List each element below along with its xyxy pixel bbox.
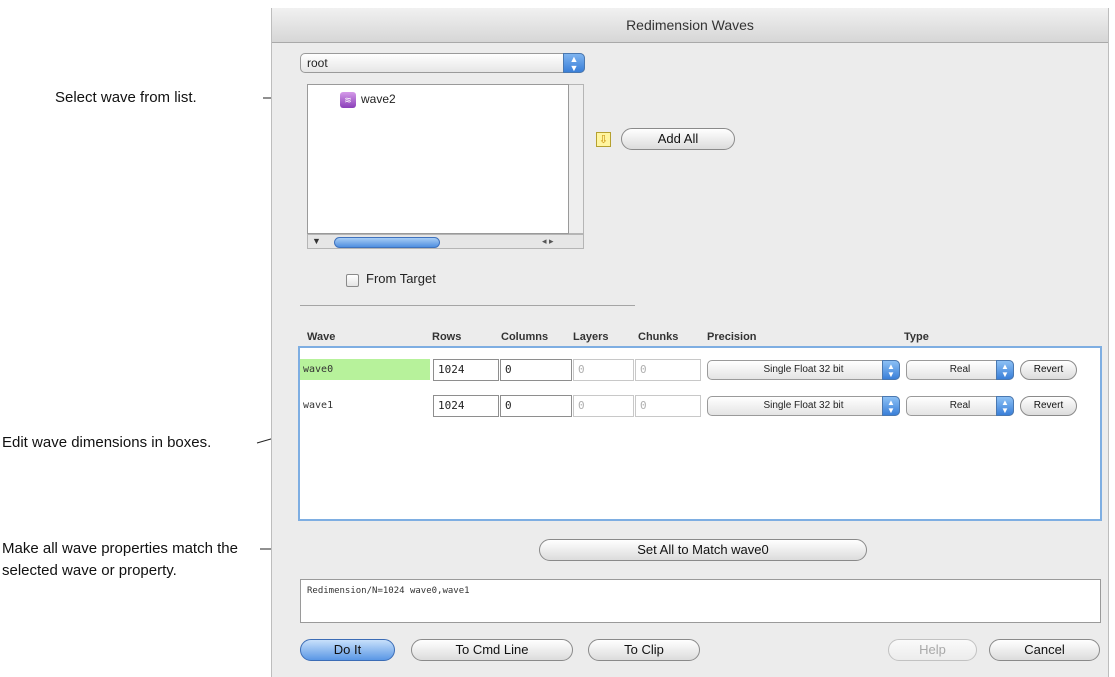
type-value: Real — [949, 400, 971, 411]
column-header-wave: Wave — [307, 331, 336, 343]
revert-button[interactable]: Revert — [1020, 396, 1077, 416]
precision-popup[interactable]: Single Float 32 bit ▲ ▼ — [707, 360, 900, 380]
rows-field[interactable]: 1024 — [433, 395, 499, 417]
precision-value: Single Float 32 bit — [763, 400, 844, 411]
type-value: Real — [949, 364, 971, 375]
set-all-to-match-button[interactable]: Set All to Match wave0 — [539, 539, 867, 561]
columns-field[interactable]: 0 — [500, 395, 572, 417]
columns-field[interactable]: 0 — [500, 359, 572, 381]
annotation-edit-dimensions: Edit wave dimensions in boxes. — [2, 434, 212, 451]
wave-icon: ≋ — [340, 92, 356, 108]
chunks-field[interactable]: 0 — [635, 395, 701, 417]
column-header-precision: Precision — [707, 331, 757, 343]
popup-arrows-icon: ▲ ▼ — [882, 396, 900, 416]
command-preview: Redimension/N=1024 wave0,wave1 — [300, 579, 1101, 623]
rows-field[interactable]: 1024 — [433, 359, 499, 381]
layers-field[interactable]: 0 — [573, 359, 634, 381]
down-arrow-icon[interactable]: ⇩ — [596, 132, 611, 147]
chunks-field[interactable]: 0 — [635, 359, 701, 381]
revert-button[interactable]: Revert — [1020, 360, 1077, 380]
annotation-match-properties: Make all wave properties match the selec… — [2, 540, 238, 579]
wave-list-item[interactable]: ≋ wave2 — [340, 92, 396, 108]
dialog-title: Redimension Waves — [272, 8, 1108, 43]
scrollbar-thumb[interactable] — [334, 237, 440, 248]
scroll-arrows-icon[interactable]: ◂ ▸ — [542, 235, 554, 248]
add-all-button[interactable]: Add All — [621, 128, 735, 150]
type-popup[interactable]: Real ▲ ▼ — [906, 360, 1014, 380]
column-header-columns: Columns — [501, 331, 549, 343]
column-header-chunks: Chunks — [638, 331, 679, 343]
wave-list-vertical-scrollbar[interactable] — [569, 84, 584, 234]
type-popup[interactable]: Real ▲ ▼ — [906, 396, 1014, 416]
divider — [300, 305, 635, 306]
precision-value: Single Float 32 bit — [763, 364, 844, 375]
scroll-down-icon[interactable]: ▼ — [312, 236, 321, 246]
table-row-wave-name[interactable]: wave0 — [303, 364, 333, 375]
do-it-button[interactable]: Do It — [300, 639, 395, 661]
to-cmd-line-button[interactable]: To Cmd Line — [411, 639, 573, 661]
popup-arrows-icon: ▲ ▼ — [996, 360, 1014, 380]
help-button[interactable]: Help — [888, 639, 977, 661]
from-target-checkbox[interactable] — [346, 274, 359, 287]
wave-list-item-label: wave2 — [361, 92, 396, 107]
from-target-label: From Target — [366, 271, 436, 286]
cancel-button[interactable]: Cancel — [989, 639, 1100, 661]
column-header-rows: Rows — [432, 331, 462, 343]
data-folder-label: root — [307, 56, 328, 70]
popup-arrows-icon: ▲ ▼ — [996, 396, 1014, 416]
table-row-wave-name[interactable]: wave1 — [303, 400, 333, 411]
column-header-layers: Layers — [573, 331, 609, 343]
annotation-select-wave: Select wave from list. — [55, 89, 197, 106]
precision-popup[interactable]: Single Float 32 bit ▲ ▼ — [707, 396, 900, 416]
column-header-type: Type — [904, 331, 929, 343]
popup-arrows-icon: ▲ ▼ — [563, 53, 585, 73]
layers-field[interactable]: 0 — [573, 395, 634, 417]
to-clip-button[interactable]: To Clip — [588, 639, 700, 661]
data-folder-popup[interactable]: root ▲ ▼ — [300, 53, 585, 73]
wave-list-horizontal-scrollbar[interactable]: ▼ ◂ ▸ — [307, 234, 584, 249]
popup-arrows-icon: ▲ ▼ — [882, 360, 900, 380]
